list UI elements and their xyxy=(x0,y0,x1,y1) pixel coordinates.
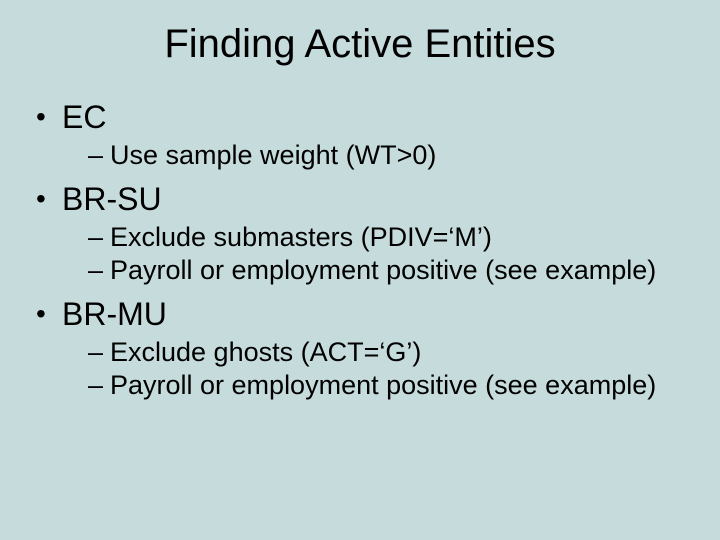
bullet-list: EC Use sample weight (WT>0) BR-SU Exclud… xyxy=(34,99,686,401)
sub-item: Exclude ghosts (ACT=‘G’) xyxy=(88,337,686,368)
sub-list: Exclude submasters (PDIV=‘M’) Payroll or… xyxy=(62,222,686,286)
bullet-item: EC Use sample weight (WT>0) xyxy=(34,99,686,171)
slide: Finding Active Entities EC Use sample we… xyxy=(0,0,720,540)
sub-list: Exclude ghosts (ACT=‘G’) Payroll or empl… xyxy=(62,337,686,401)
sub-item: Payroll or employment positive (see exam… xyxy=(88,255,686,286)
bullet-item: BR-SU Exclude submasters (PDIV=‘M’) Payr… xyxy=(34,181,686,286)
sub-item: Exclude submasters (PDIV=‘M’) xyxy=(88,222,686,253)
sub-list: Use sample weight (WT>0) xyxy=(62,140,686,171)
sub-item: Use sample weight (WT>0) xyxy=(88,140,686,171)
slide-title: Finding Active Entities xyxy=(34,22,686,67)
bullet-label: BR-SU xyxy=(62,181,162,217)
bullet-item: BR-MU Exclude ghosts (ACT=‘G’) Payroll o… xyxy=(34,296,686,401)
sub-item: Payroll or employment positive (see exam… xyxy=(88,370,686,401)
bullet-label: BR-MU xyxy=(62,296,167,332)
bullet-label: EC xyxy=(62,99,106,135)
